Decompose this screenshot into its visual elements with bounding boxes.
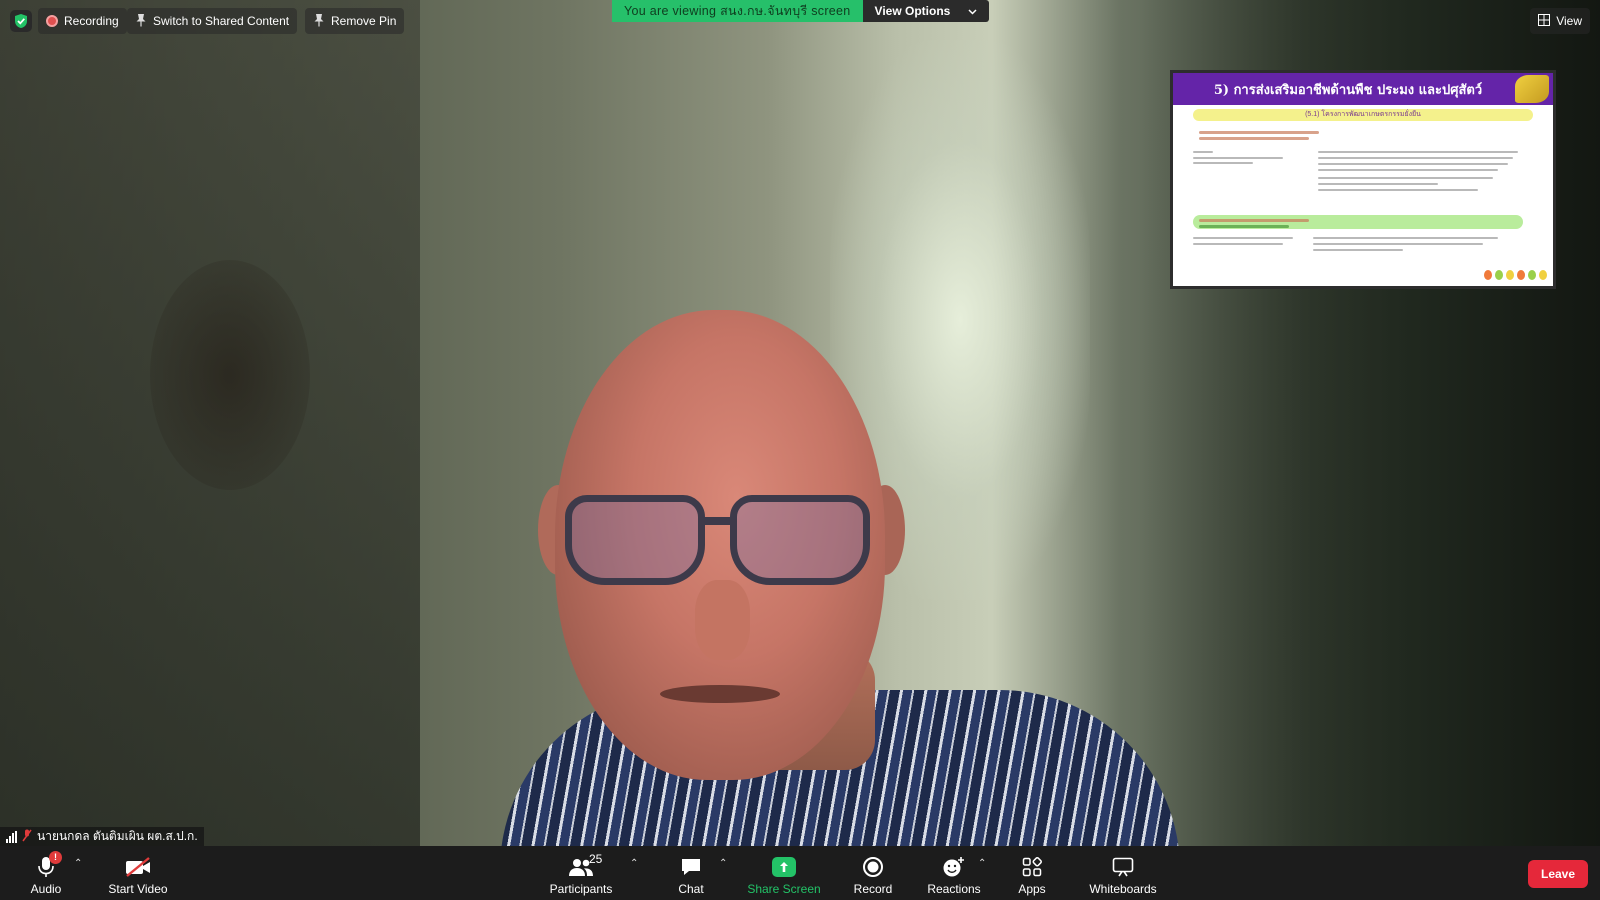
security-button[interactable] (8, 8, 34, 34)
chat-options-caret-icon[interactable]: ⌃ (719, 858, 727, 869)
slide-text-line (1193, 157, 1283, 159)
share-screen-button[interactable]: Share Screen (747, 850, 821, 896)
record-label: Record (853, 882, 893, 896)
chevron-down-icon (968, 0, 977, 22)
participants-options-caret-icon[interactable]: ⌃ (630, 858, 638, 869)
background-lamp (150, 260, 310, 490)
view-label: View (1556, 14, 1582, 28)
slide-decoration (1484, 270, 1547, 280)
shield-icon (10, 10, 32, 32)
apps-button[interactable]: Apps (1014, 850, 1050, 896)
decor-dot (1495, 270, 1503, 280)
slide-text-line (1318, 151, 1518, 153)
decor-dot (1506, 270, 1514, 280)
recording-indicator[interactable]: Recording (38, 8, 127, 34)
microphone-icon: ! (37, 851, 62, 879)
remove-pin-label: Remove Pin (331, 14, 397, 28)
viewing-text: You are viewing สนง.กษ.จันทบุรี screen (612, 0, 863, 22)
apps-label: Apps (1018, 882, 1046, 896)
start-video-button[interactable]: Start Video (106, 850, 170, 896)
slide-title: 5) การส่งเสริมอาชีพด้านพืช ประมง และปศุส… (1173, 73, 1553, 105)
grid-view-icon (1538, 13, 1551, 29)
viewing-banner: You are viewing สนง.กษ.จันทบุรี screen V… (612, 0, 990, 22)
remove-pin-button[interactable]: Remove Pin (305, 8, 405, 34)
signal-strength-icon (6, 830, 17, 843)
participant-name: นายนกดล ตันติมเผิน ผต.ส.ป.ก. (37, 829, 198, 843)
smiley-plus-icon (942, 855, 966, 879)
recording-label: Recording (64, 14, 119, 28)
participants-count: 25 (589, 852, 603, 866)
slide-text-line (1199, 137, 1309, 140)
mouth (660, 685, 780, 703)
decor-dot (1539, 270, 1547, 280)
reactions-label: Reactions (927, 882, 981, 896)
switch-label: Switch to Shared Content (153, 14, 290, 28)
chat-bubble-icon (680, 855, 702, 879)
slide-text-line (1313, 243, 1483, 245)
chat-button[interactable]: Chat (673, 850, 709, 896)
decor-dot (1517, 270, 1525, 280)
unpin-icon (313, 13, 325, 30)
apps-icon (1022, 855, 1042, 879)
meeting-toolbar: ! Audio ⌃ Start Video 25 Participants ⌃ … (0, 846, 1600, 900)
meeting-window: Recording Switch to Shared Content Remov… (0, 0, 1600, 900)
slide-text-line (1313, 249, 1403, 251)
participants-label: Participants (549, 882, 613, 896)
leave-button[interactable]: Leave (1528, 860, 1588, 888)
slide-text-line (1318, 177, 1493, 179)
slide-text-line (1318, 189, 1478, 191)
share-screen-label: Share Screen (747, 882, 821, 896)
whiteboards-label: Whiteboards (1089, 882, 1157, 896)
slide-text-line (1199, 131, 1319, 134)
switch-to-shared-content-button[interactable]: Switch to Shared Content (127, 8, 298, 34)
share-screen-icon-wrap (772, 855, 796, 879)
view-options-label: View Options (874, 4, 951, 18)
left-lens (565, 495, 705, 585)
participant-name-tag: นายนกดล ตันติมเผิน ผต.ส.ป.ก. (0, 827, 204, 846)
eyeglasses (565, 495, 875, 590)
audio-button[interactable]: ! Audio (28, 850, 64, 896)
right-lens (730, 495, 870, 585)
whiteboard-icon (1112, 855, 1134, 879)
record-button[interactable]: Record (850, 850, 896, 896)
nose (695, 580, 750, 660)
share-screen-icon (772, 857, 796, 877)
video-off-icon (124, 855, 152, 879)
record-icon (862, 855, 884, 879)
slide-text-line (1193, 237, 1293, 239)
audio-options-caret-icon[interactable]: ⌃ (74, 858, 82, 869)
slide-text-line (1318, 157, 1513, 159)
slide-subtitle: (5.1) โครงการพัฒนาเกษตรกรรมยั่งยืน (1193, 109, 1533, 121)
slide-text-line (1199, 219, 1309, 222)
decor-dot (1528, 270, 1536, 280)
decor-dot (1484, 270, 1492, 280)
participants-button[interactable]: 25 Participants (548, 850, 614, 896)
pin-icon (135, 13, 147, 30)
muted-mic-icon (22, 829, 32, 845)
reactions-button[interactable]: Reactions (926, 850, 982, 896)
view-options-button[interactable]: View Options (862, 0, 990, 22)
speaker-person (480, 310, 1200, 846)
whiteboards-button[interactable]: Whiteboards (1086, 850, 1160, 896)
view-button[interactable]: View (1530, 8, 1590, 34)
slide-text-line (1193, 243, 1283, 245)
slide-text-line (1318, 183, 1438, 185)
start-video-label: Start Video (108, 882, 168, 896)
slide-text-line (1193, 162, 1253, 164)
top-bar: Recording Switch to Shared Content Remov… (0, 0, 1600, 42)
reactions-options-caret-icon[interactable]: ⌃ (978, 858, 986, 869)
slide-text-line (1193, 151, 1213, 153)
slide-text-line (1318, 163, 1508, 165)
audio-label: Audio (30, 882, 62, 896)
slide-text-line (1199, 225, 1289, 228)
audio-warning-badge: ! (49, 851, 62, 864)
slide-text-line (1313, 237, 1498, 239)
slide-text-line (1318, 169, 1498, 171)
participants-icon: 25 (561, 852, 603, 879)
chat-label: Chat (678, 882, 704, 896)
farmer-logo (1515, 75, 1549, 103)
shared-screen-thumbnail[interactable]: 5) การส่งเสริมอาชีพด้านพืช ประมง และปศุส… (1170, 70, 1556, 289)
recording-dot-icon (46, 15, 58, 27)
